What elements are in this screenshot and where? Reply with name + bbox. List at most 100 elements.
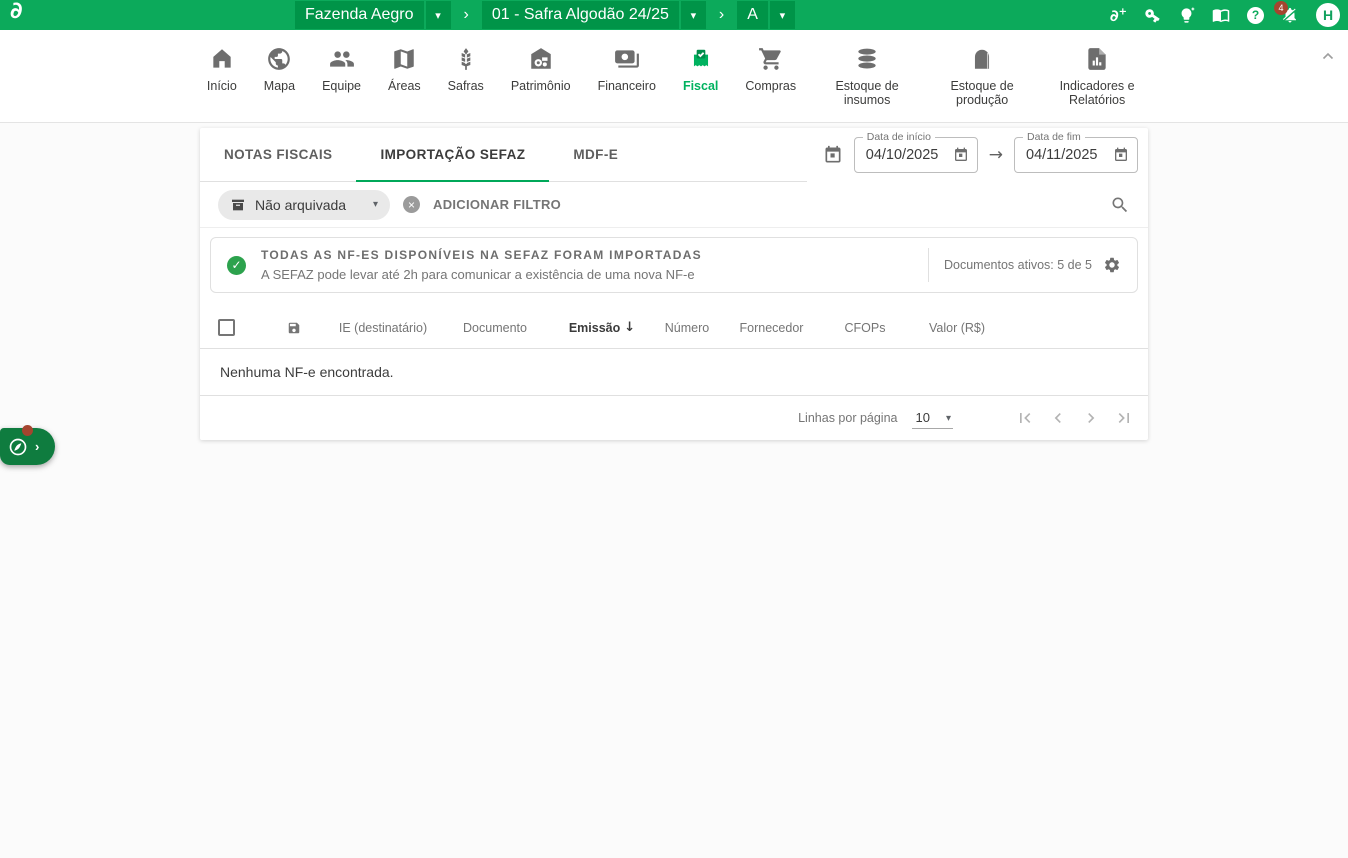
start-date-label: Data de início <box>863 131 935 143</box>
add-filter-button[interactable]: ADICIONAR FILTRO <box>433 197 561 212</box>
module-navbar: Início Mapa Equipe Áreas Safras Patrimôn… <box>0 30 1348 123</box>
previous-page-button[interactable] <box>1048 408 1068 428</box>
close-icon: × <box>408 199 415 211</box>
user-avatar[interactable]: H <box>1316 3 1340 27</box>
chevron-right-icon <box>1081 408 1101 428</box>
first-page-button[interactable] <box>1015 408 1035 428</box>
notifications-bell-icon[interactable]: 4 <box>1281 6 1299 24</box>
plot-selector[interactable]: A <box>737 1 768 29</box>
collapse-navbar-button[interactable] <box>1322 52 1334 60</box>
start-date-field[interactable]: Data de início 04/10/2025 <box>854 137 978 173</box>
add-farm-icon[interactable]: ∂+ <box>1110 6 1127 25</box>
nav-item-safras[interactable]: Safras <box>448 46 484 93</box>
gear-icon <box>1103 256 1121 274</box>
pagination: Linhas por página 10 ▾ <box>200 396 1148 440</box>
select-all-checkbox[interactable] <box>218 319 235 336</box>
nav-item-financeiro[interactable]: Financeiro <box>598 46 656 93</box>
report-chart-icon <box>1084 46 1110 72</box>
calendar-shortcut-button[interactable] <box>823 145 843 165</box>
news-helper-badge[interactable]: › <box>0 428 55 465</box>
last-page-icon <box>1114 408 1134 428</box>
nav-item-estoque-insumos[interactable]: Estoque de insumos <box>823 46 911 108</box>
notifications-count-badge: 4 <box>1274 1 1288 15</box>
nav-item-estoque-producao[interactable]: Estoque de produção <box>938 46 1026 108</box>
end-date-value: 04/11/2025 <box>1026 147 1113 163</box>
manifest-column-icon[interactable] <box>287 321 301 335</box>
compass-leaf-icon <box>8 437 28 457</box>
column-header-numero[interactable]: Número <box>650 321 724 335</box>
nav-item-indicadores[interactable]: Indicadores e Relatórios <box>1053 46 1141 108</box>
start-date-value: 04/10/2025 <box>866 147 953 163</box>
book-icon[interactable] <box>1212 6 1230 24</box>
rows-per-page-select[interactable]: 10 ▾ <box>912 408 954 429</box>
tab-mdf-e[interactable]: MDF-E <box>549 128 642 181</box>
silo-icon <box>969 46 995 72</box>
nav-item-equipe[interactable]: Equipe <box>322 46 361 93</box>
archive-icon <box>230 197 246 213</box>
next-page-button[interactable] <box>1081 408 1101 428</box>
receipt-check-icon <box>688 46 714 72</box>
nav-item-inicio[interactable]: Início <box>207 46 237 93</box>
settings-button[interactable] <box>1103 256 1121 274</box>
farm-selector[interactable]: Fazenda Aegro <box>295 1 424 29</box>
season-selector-caret-icon[interactable]: ▾ <box>681 1 706 29</box>
last-page-button[interactable] <box>1114 408 1134 428</box>
chevron-right-icon: › <box>35 439 39 454</box>
rows-per-page-label: Linhas por página <box>798 411 897 425</box>
chevron-down-icon: ▾ <box>946 413 951 424</box>
lightbulb-plus-icon[interactable] <box>1178 7 1195 24</box>
notification-dot <box>22 425 33 436</box>
people-icon <box>329 46 355 72</box>
farm-selector-caret-icon[interactable]: ▾ <box>426 1 451 29</box>
topbar-actions: ∂+ ? 4 H <box>1110 0 1340 30</box>
save-icon <box>287 321 301 335</box>
nav-item-compras[interactable]: Compras <box>745 46 796 93</box>
search-button[interactable] <box>1110 195 1130 215</box>
end-date-field[interactable]: Data de fim 04/11/2025 <box>1014 137 1138 173</box>
nav-item-mapa[interactable]: Mapa <box>264 46 295 93</box>
table-header: IE (destinatário) Documento Emissão ↓ Nú… <box>200 307 1148 349</box>
banner-title: TODAS AS NF-ES DISPONÍVEIS NA SEFAZ FORA… <box>261 248 928 262</box>
column-header-ie[interactable]: IE (destinatário) <box>330 321 436 335</box>
nav-item-patrimonio[interactable]: Patrimônio <box>511 46 571 93</box>
end-date-label: Data de fim <box>1023 131 1085 143</box>
breadcrumb-chevron-icon: › <box>719 6 724 24</box>
breadcrumb-chevron-icon: › <box>464 6 469 24</box>
archived-filter-chip[interactable]: Não arquivada ▾ <box>218 190 390 220</box>
tab-importacao-sefaz[interactable]: IMPORTAÇÃO SEFAZ <box>356 128 549 182</box>
tab-notas-fiscais[interactable]: NOTAS FISCAIS <box>200 128 356 181</box>
barn-tractor-icon <box>528 46 554 72</box>
help-icon[interactable]: ? <box>1247 7 1264 24</box>
key-icon[interactable] <box>1144 7 1161 24</box>
topbar: ∂ Fazenda Aegro ▾ › 01 - Safra Algodão 2… <box>0 0 1348 30</box>
calendar-icon[interactable] <box>953 147 969 163</box>
nav-item-areas[interactable]: Áreas <box>388 46 421 93</box>
column-header-fornecedor[interactable]: Fornecedor <box>724 321 819 335</box>
column-header-valor[interactable]: Valor (R$) <box>911 321 1003 335</box>
calendar-icon[interactable] <box>1113 147 1129 163</box>
empty-table-message: Nenhuma NF-e encontrada. <box>200 349 1148 396</box>
map-icon <box>391 46 417 72</box>
arrow-right-icon: → <box>989 145 1003 165</box>
plot-selector-caret-icon[interactable]: ▾ <box>770 1 795 29</box>
wheat-icon <box>453 46 479 72</box>
globe-icon <box>266 46 292 72</box>
calendar-icon <box>823 145 843 165</box>
breadcrumb: Fazenda Aegro ▾ › 01 - Safra Algodão 24/… <box>295 0 795 30</box>
stacked-discs-icon <box>854 46 880 72</box>
column-header-documento[interactable]: Documento <box>436 321 554 335</box>
chevron-left-icon <box>1048 408 1068 428</box>
column-header-cfops[interactable]: CFOPs <box>819 321 911 335</box>
column-header-emissao[interactable]: Emissão ↓ <box>554 320 650 335</box>
sefaz-status-banner: ✓ TODAS AS NF-ES DISPONÍVEIS NA SEFAZ FO… <box>210 237 1138 293</box>
first-page-icon <box>1015 408 1035 428</box>
success-check-icon: ✓ <box>227 256 246 275</box>
search-icon <box>1110 195 1130 215</box>
home-icon <box>209 46 235 72</box>
active-documents-count: Documentos ativos: 5 de 5 <box>944 258 1092 272</box>
banner-subtitle: A SEFAZ pode levar até 2h para comunicar… <box>261 267 928 282</box>
fiscal-card: NOTAS FISCAIS IMPORTAÇÃO SEFAZ MDF-E Dat… <box>200 128 1148 440</box>
nav-item-fiscal[interactable]: Fiscal <box>683 46 718 93</box>
season-selector[interactable]: 01 - Safra Algodão 24/25 <box>482 1 679 29</box>
clear-filter-button[interactable]: × <box>403 196 420 213</box>
